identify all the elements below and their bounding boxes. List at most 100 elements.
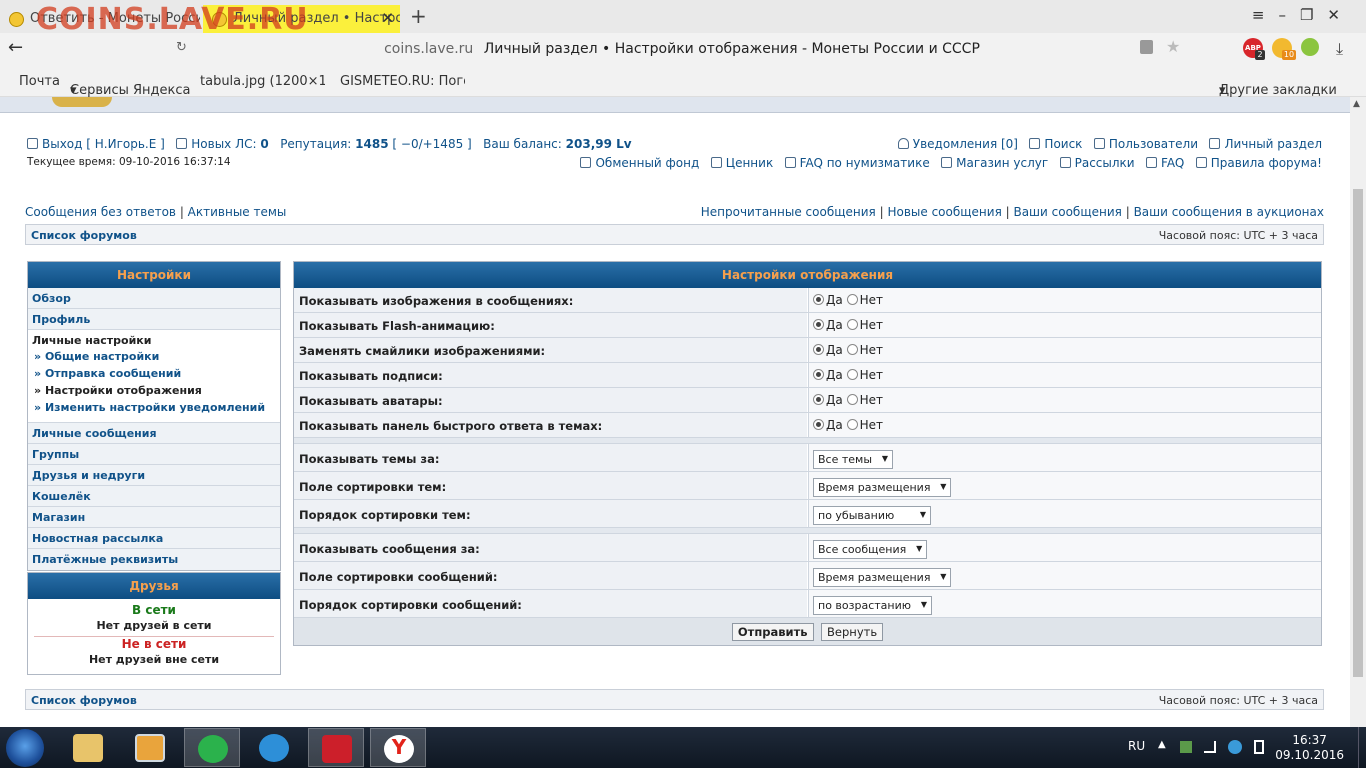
unanswered-link[interactable]: Сообщения без ответов [25, 205, 176, 219]
tray-expand-icon[interactable]: ▲ [1158, 739, 1166, 750]
menu-item-posting[interactable]: » Отправка сообщений [34, 367, 276, 380]
taskbar-yandex-browser[interactable]: Y [370, 728, 426, 767]
menu-item-notifications[interactable]: » Изменить настройки уведомлений [34, 401, 276, 414]
user-info-row: Выход [ Н.Игорь.Е ] Новых ЛС: 0 Репутаци… [27, 137, 632, 151]
pricelist-link[interactable]: Ценник [710, 156, 773, 170]
back-arrow-icon[interactable]: ← [8, 37, 23, 58]
language-indicator[interactable]: RU [1128, 739, 1145, 753]
posts-show-select[interactable]: Все сообщения [813, 540, 928, 559]
tray-app-icon[interactable] [1180, 741, 1192, 753]
radio-yes-label: Да [826, 318, 843, 332]
menu-item-display[interactable]: » Настройки отображения [34, 384, 276, 397]
taskbar-huawei[interactable] [308, 728, 364, 767]
exchange-link[interactable]: Обменный фонд [580, 156, 699, 170]
menu-item-payment[interactable]: Платёжные реквизиты [28, 549, 280, 570]
radio-yes[interactable] [813, 419, 824, 430]
scrollbar-thumb[interactable] [1353, 189, 1363, 677]
system-clock[interactable]: 16:37 09.10.2016 [1275, 733, 1344, 763]
radio-no[interactable] [846, 369, 858, 380]
personal-section-link[interactable]: Личный раздел [1209, 137, 1322, 151]
downloads-icon[interactable]: ⤓ [1336, 39, 1343, 59]
radio-yes-label: Да [826, 368, 843, 382]
radio-no[interactable] [846, 394, 858, 405]
your-auction-posts-link[interactable]: Ваши сообщения в аукционах [1134, 205, 1324, 219]
reputation-link[interactable]: Репутация: [280, 137, 351, 151]
active-topics-link[interactable]: Активные темы [188, 205, 287, 219]
page-scrollbar[interactable]: ▲ [1350, 97, 1366, 727]
close-window-icon[interactable]: ✕ [1327, 6, 1354, 24]
folder-icon [73, 734, 103, 762]
radio-yes[interactable] [813, 294, 824, 305]
your-posts-link[interactable]: Ваши сообщения [1013, 205, 1121, 219]
forum-list-link[interactable]: Список форумов [31, 694, 137, 707]
close-tab-icon[interactable]: ✕ [381, 9, 394, 27]
menu-item-shop[interactable]: Магазин [28, 507, 280, 528]
newsletter-icon [1059, 157, 1071, 168]
new-posts-link[interactable]: Новые сообщения [887, 205, 1001, 219]
minimize-icon[interactable]: – [1278, 6, 1300, 24]
radio-no[interactable] [846, 319, 858, 330]
topics-order-select[interactable]: по убыванию [813, 506, 931, 525]
users-link[interactable]: Пользователи [1093, 137, 1198, 151]
faq-link[interactable]: FAQ [1146, 156, 1184, 170]
radio-setting-row: Показывать аватары: Да Нет [294, 388, 1321, 413]
menu-item-general[interactable]: » Общие настройки [34, 350, 276, 363]
mailings-link[interactable]: Рассылки [1059, 156, 1135, 170]
notifications-link[interactable]: Уведомления [0] [897, 137, 1018, 151]
bookmark-mail[interactable]: Почта [19, 74, 60, 89]
unread-link[interactable]: Непрочитанные сообщения [701, 205, 876, 219]
menu-item-profile[interactable]: Профиль [28, 309, 280, 330]
taskbar-internet-explorer[interactable] [246, 728, 302, 767]
radio-no[interactable] [846, 344, 858, 355]
logout-link[interactable]: Выход [ Н.Игорь.Е ] [27, 137, 165, 151]
restore-icon[interactable]: ❐ [1300, 6, 1327, 24]
menu-item-pm[interactable]: Личные сообщения [28, 423, 280, 444]
scroll-up-icon[interactable]: ▲ [1353, 99, 1360, 109]
reputation-detail[interactable]: [ −0/+1485 ] [392, 137, 471, 151]
radio-yes[interactable] [813, 394, 824, 405]
bookmark-star-icon[interactable]: ★ [1166, 37, 1180, 56]
topics-show-select[interactable]: Все темы [813, 450, 894, 469]
reset-button[interactable]: Вернуть [821, 623, 884, 641]
tray-service-icon[interactable] [1228, 740, 1242, 754]
faq-numismatics-link[interactable]: FAQ по нумизматике [784, 156, 930, 170]
signal-icon[interactable] [1204, 741, 1216, 753]
search-link[interactable]: Поиск [1029, 137, 1082, 151]
timezone: Часовой пояс: UTC + 3 часа [1158, 694, 1318, 707]
bookmark-tabula[interactable]: tabula.jpg (1200×169 [200, 74, 325, 89]
services-shop-link[interactable]: Магазин услуг [941, 156, 1048, 170]
field-label: Поле сортировки сообщений: [294, 562, 807, 589]
menu-icon[interactable]: ≡ [1252, 6, 1279, 24]
battery-icon[interactable] [1254, 740, 1264, 754]
window-controls: ≡–❐✕ [1252, 6, 1354, 24]
forum-list-link[interactable]: Список форумов [31, 229, 137, 242]
bookmark-gismeteo[interactable]: GISMETEO.RU: Погод [340, 74, 465, 89]
radio-yes[interactable] [813, 369, 824, 380]
topics-sort-select[interactable]: Время размещения [813, 478, 952, 497]
balance-link[interactable]: Ваш баланс: [483, 137, 562, 151]
menu-item-overview[interactable]: Обзор [28, 288, 280, 309]
radio-no[interactable] [846, 419, 858, 430]
menu-item-wallet[interactable]: Кошелёк [28, 486, 280, 507]
show-desktop-button[interactable] [1358, 727, 1366, 768]
download-extension-icon[interactable] [1301, 38, 1319, 56]
radio-yes[interactable] [813, 319, 824, 330]
radio-yes[interactable] [813, 344, 824, 355]
taskbar-explorer[interactable] [60, 728, 116, 767]
radio-no[interactable] [846, 294, 858, 305]
rules-link[interactable]: Правила форума! [1195, 156, 1322, 170]
posts-sort-select[interactable]: Время размещения [813, 568, 952, 587]
lock-icon[interactable] [1140, 40, 1153, 54]
new-tab-button[interactable]: + [410, 4, 427, 28]
submit-button[interactable]: Отправить [731, 623, 814, 641]
menu-item-groups[interactable]: Группы [28, 444, 280, 465]
menu-item-newsletter[interactable]: Новостная рассылка [28, 528, 280, 549]
taskbar-mail-agent[interactable] [184, 728, 240, 767]
start-button[interactable] [6, 729, 44, 767]
menu-item-friends-foes[interactable]: Друзья и недруги [28, 465, 280, 486]
new-pm-link[interactable]: Новых ЛС: [191, 137, 256, 151]
taskbar-media-player[interactable] [122, 728, 178, 767]
posts-order-select[interactable]: по возрастанию [813, 596, 933, 615]
url-field[interactable]: coins.lave.ru Личный раздел • Настройки … [172, 37, 1192, 63]
chevron-down-icon: ▾ [70, 83, 77, 98]
